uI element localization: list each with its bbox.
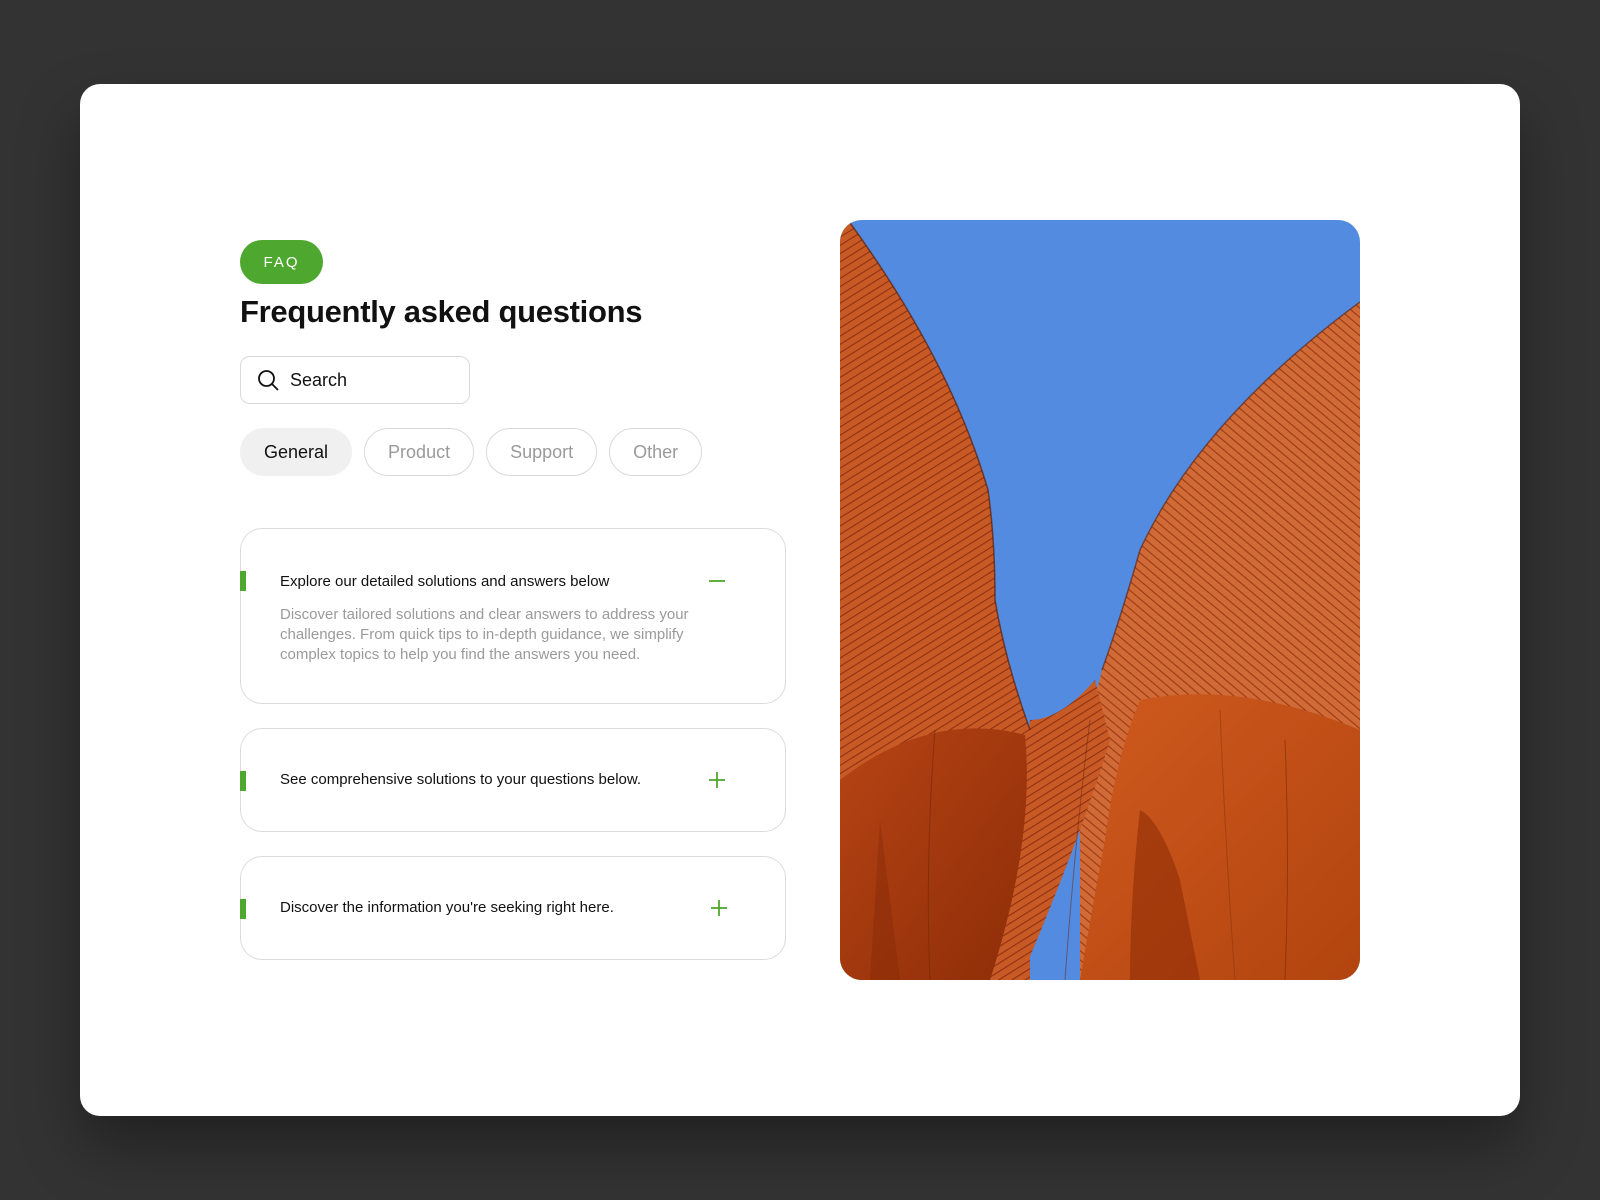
category-tabs: General Product Support Other [240, 428, 703, 476]
page-title: Frequently asked questions [240, 294, 643, 329]
architecture-photo [840, 220, 1360, 980]
faq-accent-bar [240, 771, 246, 791]
faq-question: Discover the information you're seeking … [280, 899, 614, 916]
tab-general[interactable]: General [240, 428, 353, 476]
search-input[interactable] [290, 369, 450, 391]
faq-card: FAQ Frequently asked questions General P… [80, 84, 1520, 1116]
faq-item-expanded[interactable]: Explore our detailed solutions and answe… [240, 528, 786, 704]
architecture-illustration [840, 220, 1360, 980]
faq-item[interactable]: See comprehensive solutions to your ques… [240, 728, 786, 832]
faq-answer: Discover tailored solutions and clear an… [280, 606, 689, 663]
faq-accent-bar [240, 571, 246, 591]
faq-item[interactable]: Discover the information you're seeking … [240, 856, 786, 960]
faq-badge: FAQ [240, 240, 323, 284]
tab-other[interactable]: Other [609, 428, 703, 476]
plus-icon[interactable] [707, 770, 727, 790]
minus-icon[interactable] [707, 571, 727, 591]
faq-question: See comprehensive solutions to your ques… [280, 771, 642, 788]
faq-badge-label: FAQ [263, 253, 300, 271]
tab-support[interactable]: Support [486, 428, 598, 476]
tab-product[interactable]: Product [364, 428, 475, 476]
faq-accent-bar [240, 899, 246, 919]
search-icon [258, 370, 279, 391]
plus-icon[interactable] [709, 898, 729, 918]
faq-question: Explore our detailed solutions and answe… [280, 573, 610, 590]
search-box[interactable] [240, 356, 470, 404]
lower-left-panel [840, 728, 1027, 980]
